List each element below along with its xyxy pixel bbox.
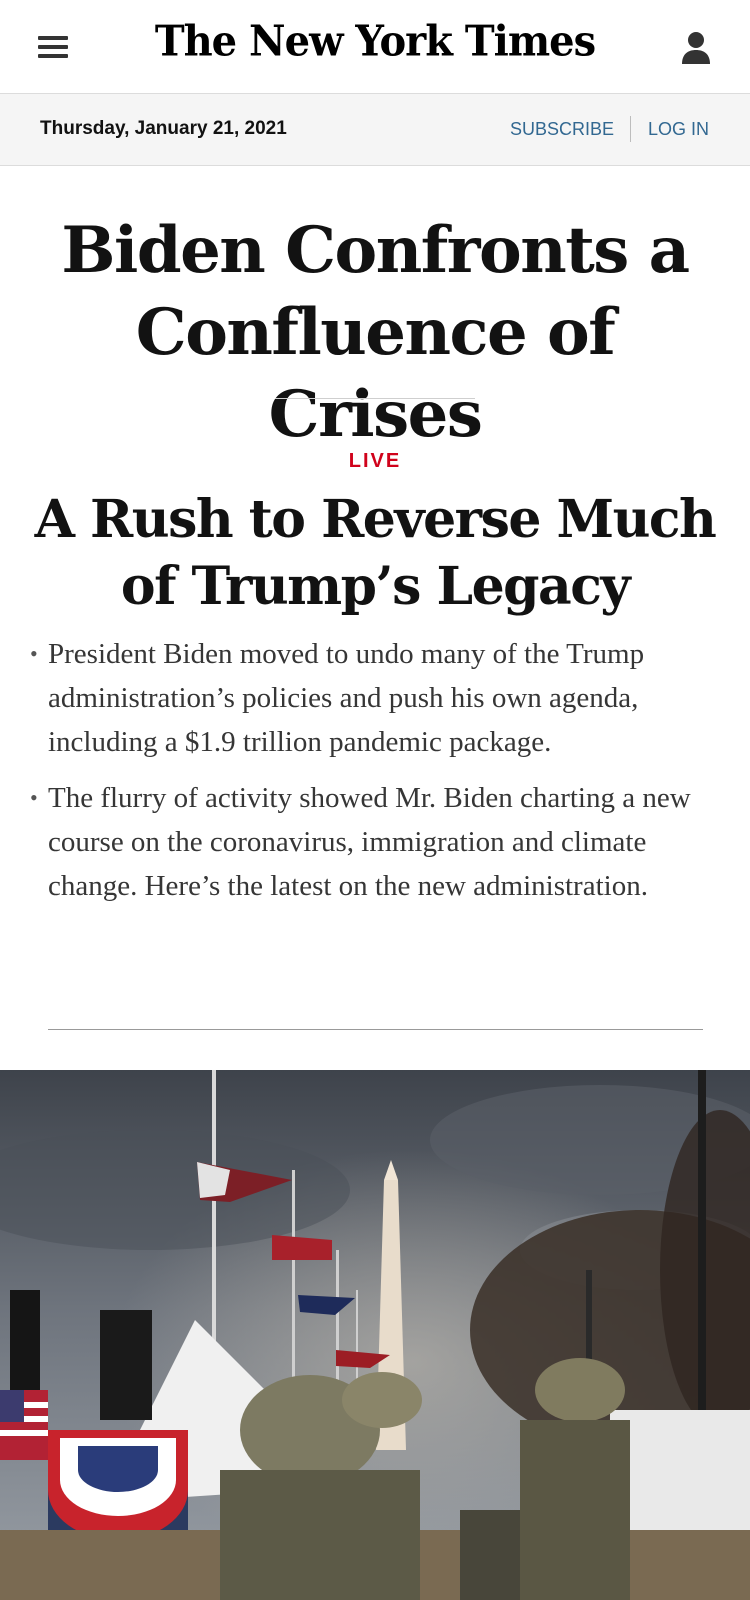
divider [275, 398, 475, 399]
person-icon[interactable] [680, 30, 712, 66]
current-date: Thursday, January 21, 2021 [40, 118, 287, 139]
divider [630, 116, 631, 142]
bullet-icon: • [30, 785, 38, 810]
summary-item: • President Biden moved to undo many of … [28, 632, 708, 764]
story-headline[interactable]: A Rush to Reverse Much of Trump’s Legacy [30, 486, 720, 620]
live-label: LIVE [348, 450, 402, 472]
story-summary: • President Biden moved to undo many of … [28, 632, 708, 920]
story-photo[interactable] [0, 1070, 750, 1600]
summary-text: The flurry of activity showed Mr. Biden … [48, 782, 691, 902]
login-link[interactable]: LOG IN [648, 119, 709, 140]
main-headline[interactable]: Biden Confronts a Confluence of Crises [20, 210, 730, 456]
nyt-logo[interactable]: The New York Times [0, 17, 750, 66]
bullet-icon: • [30, 641, 38, 666]
summary-text: President Biden moved to undo many of th… [48, 638, 645, 758]
date-bar: Thursday, January 21, 2021 SUBSCRIBE LOG… [0, 94, 750, 166]
subscribe-link[interactable]: SUBSCRIBE [510, 119, 614, 140]
summary-item: • The flurry of activity showed Mr. Bide… [28, 776, 708, 908]
divider [48, 1029, 703, 1030]
top-bar: The New York Times [0, 0, 750, 94]
